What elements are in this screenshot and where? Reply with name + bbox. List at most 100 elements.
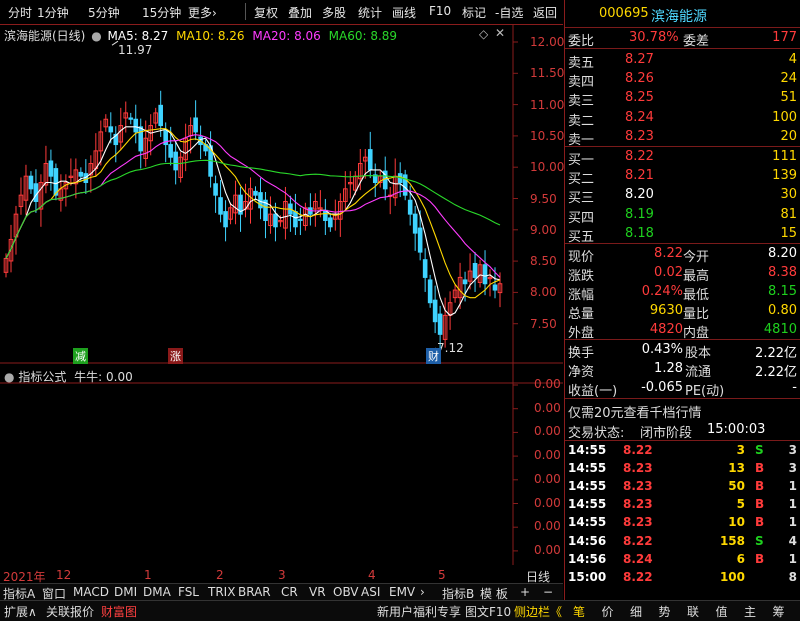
candle-body bbox=[53, 168, 59, 196]
fund-label: 净资 bbox=[568, 365, 595, 380]
candle-body bbox=[223, 211, 228, 228]
time-label: 3 bbox=[278, 568, 286, 582]
quote-panel-tab[interactable]: 筹 bbox=[773, 603, 785, 620]
kline-chart-pane[interactable] bbox=[0, 25, 563, 565]
indicator-tab[interactable]: VR bbox=[309, 585, 326, 599]
tick-count: 1 bbox=[788, 515, 797, 530]
wealth-map-button[interactable]: 财富图 bbox=[101, 603, 137, 620]
ask-level-label: 卖三 bbox=[568, 94, 595, 110]
bottom-bar: 扩展∧ 关联报价 财富图 新用户福利专享 图文F10 侧边栏《 笔价细势联值主筹 bbox=[0, 600, 800, 621]
quote-panel-tab[interactable]: 势 bbox=[659, 603, 671, 620]
indicator-tab[interactable]: EMV bbox=[389, 585, 415, 599]
candle-body bbox=[462, 279, 468, 285]
indicator-axis-label: 0.00 bbox=[534, 519, 561, 534]
new-user-welfare-link[interactable]: 新用户福利专享 bbox=[377, 603, 461, 620]
draw-line-button[interactable]: 画线 bbox=[392, 4, 416, 21]
overlay-button[interactable]: 叠加 bbox=[288, 4, 312, 21]
candle-body bbox=[472, 262, 478, 278]
stat-value: 8.22 bbox=[654, 246, 683, 261]
trade-status: 闭市阶段 bbox=[640, 426, 693, 441]
quote-panel-tab[interactable]: 笔 bbox=[573, 603, 585, 620]
close-icon[interactable]: ✕ bbox=[495, 26, 505, 40]
bid-row: 买五 8.18 15 bbox=[565, 225, 800, 245]
fund-row: 换手 0.43% 股本 2.22亿 bbox=[565, 341, 800, 361]
back-button[interactable]: 返回 bbox=[533, 4, 557, 21]
tab-timeshare[interactable]: 分时 bbox=[8, 4, 32, 21]
sidebar-toggle-button[interactable]: 侧边栏《 bbox=[514, 603, 562, 620]
stat-value: 4820 bbox=[649, 322, 683, 337]
quote-panel-tab[interactable]: 细 bbox=[630, 603, 642, 620]
fund-value: -0.065 bbox=[641, 380, 683, 395]
ask-row: 卖五 8.27 4 bbox=[565, 51, 800, 71]
stock-code: 000695 bbox=[599, 6, 649, 21]
ask-level-label: 卖一 bbox=[568, 132, 595, 148]
tab-5min[interactable]: 5分钟 bbox=[88, 4, 120, 21]
stat-label: 涨幅 bbox=[568, 288, 595, 303]
restore-rights-button[interactable]: 复权 bbox=[254, 4, 278, 21]
indicator-tab[interactable]: DMI bbox=[114, 585, 137, 599]
indicator-tab[interactable]: + bbox=[520, 585, 530, 599]
related-quotes-button[interactable]: 关联报价 bbox=[46, 603, 94, 620]
indicator-tab[interactable]: BRAR bbox=[238, 585, 271, 599]
tick-side: B bbox=[755, 479, 765, 494]
tick-volume: 158 bbox=[719, 533, 745, 548]
trade-status-label: 交易状态: bbox=[568, 426, 625, 441]
ask-price: 8.27 bbox=[625, 52, 654, 67]
mark-button[interactable]: 标记 bbox=[462, 4, 486, 21]
promo-link[interactable]: 仅需20元查看千档行情 bbox=[568, 402, 702, 421]
stat-label: 最低 bbox=[683, 288, 710, 303]
indicator-tab[interactable]: OBV bbox=[333, 585, 359, 599]
indicator-tab[interactable]: TRIX bbox=[208, 585, 235, 599]
kline-chart-svg[interactable] bbox=[0, 25, 563, 565]
f10-graphic-button[interactable]: 图文F10 bbox=[465, 603, 511, 620]
indicator-title[interactable]: 指标公式 bbox=[18, 370, 66, 384]
stat-value: 9630 bbox=[649, 303, 683, 318]
tab-more[interactable]: 更多› bbox=[188, 4, 217, 21]
f10-button[interactable]: F10 bbox=[429, 4, 451, 18]
candle-body bbox=[253, 190, 258, 196]
candle-body bbox=[193, 117, 198, 133]
quote-panel-tab[interactable]: 价 bbox=[602, 603, 614, 620]
expand-button[interactable]: 扩展∧ bbox=[4, 603, 37, 620]
diamond-icon[interactable]: ◇ bbox=[479, 27, 488, 41]
tick-time: 15:00 bbox=[568, 569, 607, 584]
indicator-tab[interactable]: FSL bbox=[178, 585, 199, 599]
marker-rise[interactable]: 涨 bbox=[168, 348, 183, 364]
bid-volume: 15 bbox=[780, 225, 797, 241]
ask-price: 8.26 bbox=[625, 71, 654, 87]
marker-reduce[interactable]: 减 bbox=[73, 348, 88, 364]
tab-1min[interactable]: 1分钟 bbox=[37, 4, 69, 21]
price-axis-label: 8.50 bbox=[530, 254, 557, 269]
stat-label: 涨跌 bbox=[568, 269, 595, 284]
tab-15min[interactable]: 15分钟 bbox=[142, 4, 181, 21]
remove-watchlist-button[interactable]: -自选 bbox=[495, 4, 523, 21]
candle-body bbox=[412, 213, 418, 234]
tick-price: 8.22 bbox=[623, 569, 653, 584]
statistics-button[interactable]: 统计 bbox=[358, 4, 382, 21]
indicator-tab[interactable]: ASI bbox=[361, 585, 380, 599]
marker-finance[interactable]: 财 bbox=[426, 348, 441, 364]
indicator-tab[interactable]: − bbox=[543, 585, 553, 599]
indicator-dropdown-icon[interactable]: ● bbox=[4, 370, 14, 384]
tick-time: 14:55 bbox=[568, 515, 607, 530]
tick-count: 3 bbox=[788, 443, 797, 457]
time-label: 1 bbox=[144, 568, 152, 582]
indicator-tab[interactable]: DMA bbox=[143, 585, 171, 599]
stat-value: 8.15 bbox=[768, 284, 797, 299]
quote-panel-tab[interactable]: 联 bbox=[687, 603, 699, 620]
quote-panel-tab[interactable]: 值 bbox=[716, 603, 728, 620]
candle-body bbox=[108, 126, 114, 133]
multi-stock-button[interactable]: 多股 bbox=[322, 4, 346, 21]
tick-time: 14:56 bbox=[568, 533, 607, 548]
chart-toolbar: 分时 1分钟 5分钟 15分钟 更多› 复权 叠加 多股 统计 画线 F10 标… bbox=[0, 0, 563, 25]
tick-row: 14:55 8.23 10 B 1 bbox=[565, 514, 800, 532]
quote-panel-tab[interactable]: 主 bbox=[744, 603, 756, 620]
fund-value: 2.22亿 bbox=[755, 346, 797, 361]
stat-value: 0.02 bbox=[654, 265, 683, 280]
tick-side: B bbox=[755, 497, 765, 512]
stat-value: 8.20 bbox=[768, 246, 797, 261]
indicator-tab[interactable]: CR bbox=[281, 585, 298, 599]
indicator-tab[interactable]: MACD bbox=[73, 585, 109, 599]
settings-dot-icon[interactable]: ● bbox=[91, 29, 101, 43]
indicator-tab[interactable]: › bbox=[420, 585, 425, 599]
